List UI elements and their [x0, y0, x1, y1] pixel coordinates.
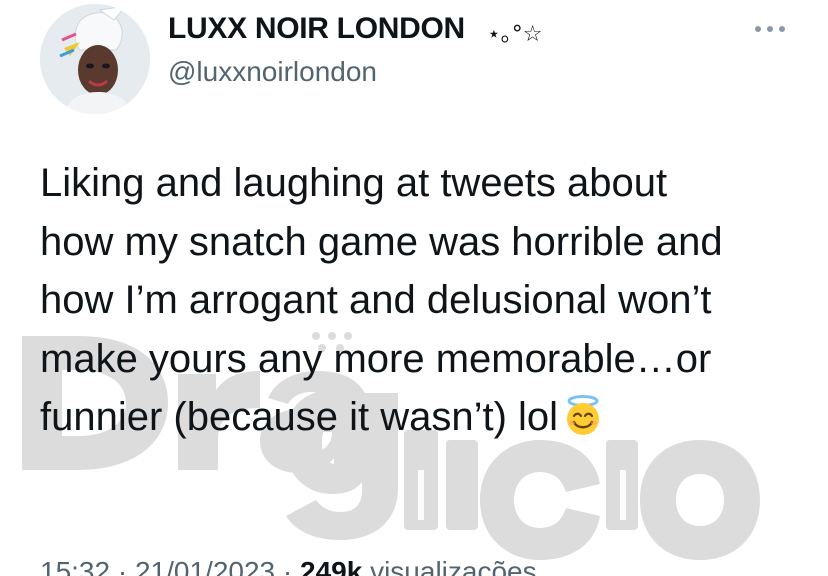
display-name[interactable]: LUXX NOIR LONDON [168, 12, 465, 46]
tweet-text: Liking and laughing at tweets about how … [40, 154, 810, 447]
tweet-meta: 15:32 · 21/01/2023 · 249k visualizações [40, 556, 537, 576]
tweet-screenshot: LUXX NOIR LONDON ⋆｡°☆ @luxxnoirlondon Li… [0, 0, 828, 576]
more-options-button[interactable] [752, 16, 788, 42]
meta-separator: · [282, 556, 293, 576]
avatar-image [40, 4, 150, 114]
more-horizontal-icon [755, 26, 785, 32]
tweet-time[interactable]: 15:32 [40, 556, 110, 576]
user-handle[interactable]: @luxxnoirlondon [168, 56, 377, 88]
tweet-body: Liking and laughing at tweets about how … [40, 161, 723, 439]
name-decoration: ⋆｡°☆ [487, 22, 543, 47]
meta-separator: · [117, 556, 128, 576]
views-label: visualizações [370, 556, 537, 576]
tweet-date[interactable]: 21/01/2023 [135, 556, 275, 576]
smiling-face-with-halo-emoji [567, 395, 600, 435]
avatar[interactable] [40, 4, 150, 114]
views-count[interactable]: 249k [300, 556, 362, 576]
